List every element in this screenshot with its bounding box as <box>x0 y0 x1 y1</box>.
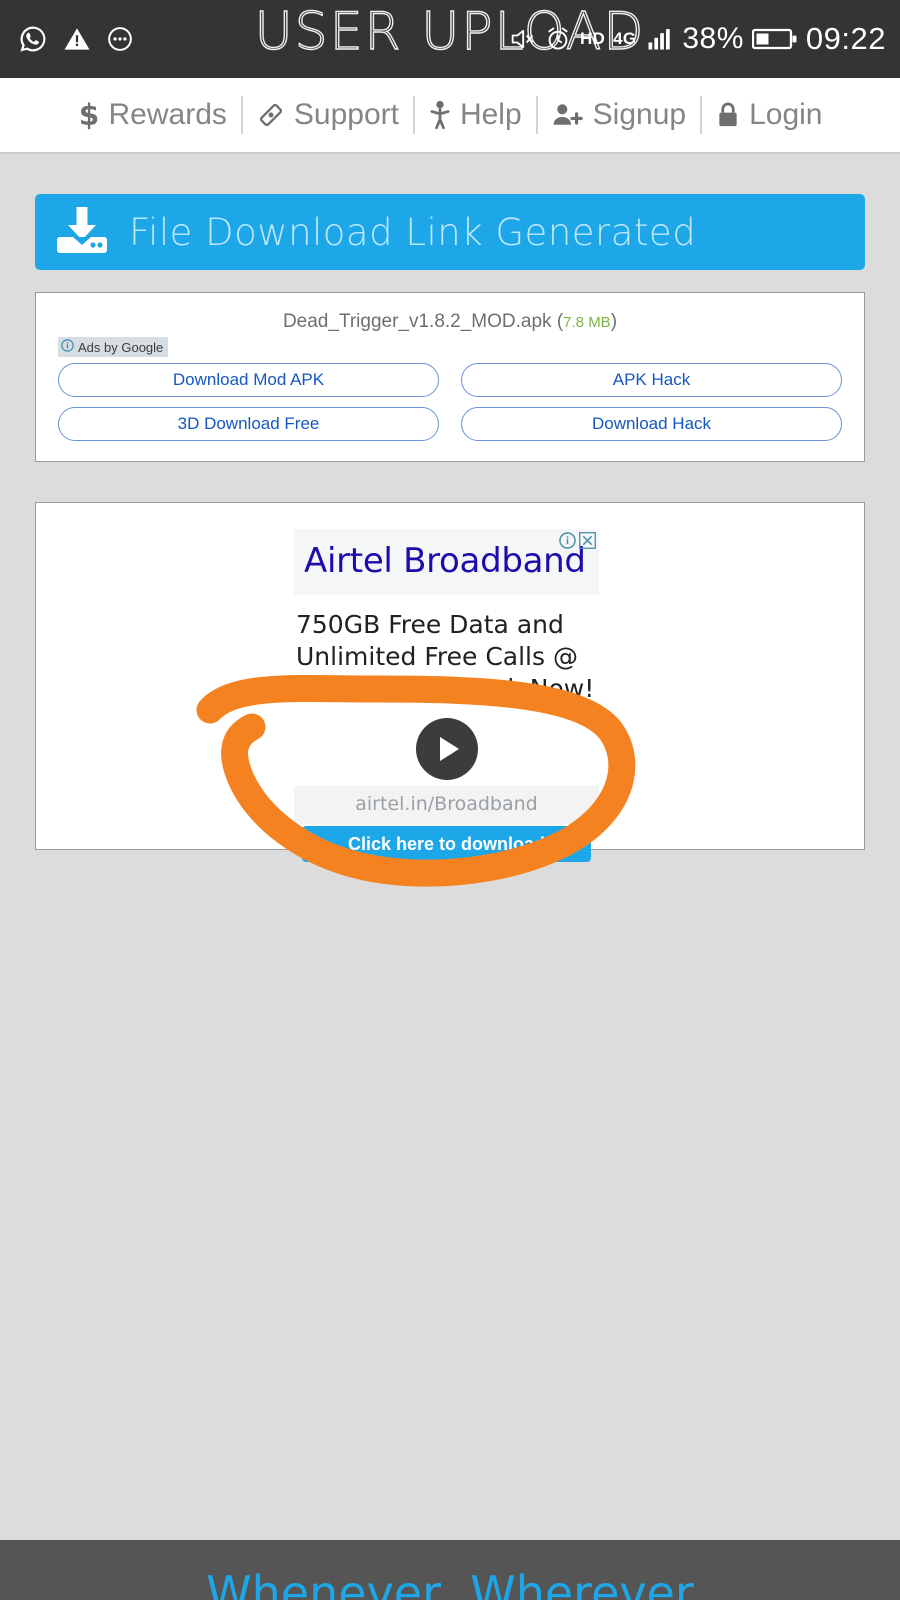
dollar-icon: $ <box>78 99 100 131</box>
advertisement-panel: Airtel Broadband 750GB Free Data and Unl… <box>35 502 865 863</box>
hd-icon: HD <box>579 29 606 48</box>
click-here-to-download-button[interactable]: Click here to download <box>302 826 591 863</box>
more-options-icon <box>106 25 134 53</box>
ad-brand-title[interactable]: Airtel Broadband <box>304 541 589 581</box>
file-size: 7.8 MB <box>563 314 611 331</box>
file-name-row: Dead_Trigger_v1.8.2_MOD.apk (7.8 MB) <box>36 293 864 335</box>
page-content: File Download Link Generated Dead_Trigge… <box>0 154 900 863</box>
nav-item-help[interactable]: Help <box>415 98 536 132</box>
nav-item-support[interactable]: Support <box>243 98 413 132</box>
ad-links-grid: Download Mod APK APK Hack 3D Download Fr… <box>36 357 864 461</box>
banner-title: File Download Link Generated <box>129 210 697 254</box>
ticket-icon <box>257 101 285 129</box>
ad-link-download-hack[interactable]: Download Hack <box>461 407 842 441</box>
airtel-ad-unit[interactable]: Airtel Broadband 750GB Free Data and Unl… <box>294 529 599 863</box>
whatsapp-icon <box>18 24 48 54</box>
alarm-icon <box>544 25 572 53</box>
lock-icon <box>716 101 740 129</box>
screen: HD 4G 38% 09:22 USER UPLOAD $ Rewards Su… <box>0 0 900 1600</box>
ad-link-label: Download Mod APK <box>172 370 325 389</box>
person-icon <box>429 100 451 130</box>
download-banner: File Download Link Generated <box>35 194 865 270</box>
download-icon <box>53 204 111 261</box>
status-bar: HD 4G 38% 09:22 USER UPLOAD <box>0 0 900 78</box>
battery-percent: 38% <box>682 22 744 55</box>
nav-item-signup[interactable]: Signup <box>538 98 700 132</box>
status-bar-left-icons <box>0 24 134 54</box>
nav-item-rewards[interactable]: $ Rewards <box>64 98 241 132</box>
nav-item-label: Signup <box>592 98 687 131</box>
ad-badges <box>559 532 596 554</box>
close-icon[interactable] <box>579 532 596 554</box>
ad-link-label: 3D Download Free <box>177 414 320 433</box>
nav-item-label: Rewards <box>108 98 227 131</box>
ad-link-label: APK Hack <box>612 370 691 389</box>
ad-header: Airtel Broadband <box>294 529 599 595</box>
file-name: Dead_Trigger_v1.8.2_MOD.apk <box>282 311 552 332</box>
play-icon[interactable] <box>415 718 478 781</box>
warning-icon <box>62 24 92 54</box>
signal-bars-icon <box>644 25 674 53</box>
nav-item-label: Help <box>459 98 522 131</box>
ad-link-apk-hack[interactable]: APK Hack <box>461 363 842 397</box>
info-icon <box>61 339 74 355</box>
ad-media[interactable] <box>294 712 599 786</box>
nav-item-login[interactable]: Login <box>702 98 836 132</box>
ad-link-label: Download Hack <box>591 414 712 433</box>
ads-by-google-badge[interactable]: Ads by Google <box>58 337 169 357</box>
nav-item-label: Login <box>749 98 823 131</box>
ad-link-download-mod-apk[interactable]: Download Mod APK <box>58 363 439 397</box>
ads-by-google-label: Ads by Google <box>78 339 164 355</box>
ad-body-text: 750GB Free Data and Unlimited Free Calls… <box>296 610 595 703</box>
file-size-close: ) <box>610 311 618 332</box>
ad-display-url: airtel.in/Broadband <box>294 786 599 825</box>
info-icon[interactable] <box>559 532 576 554</box>
user-plus-icon <box>552 101 584 129</box>
page-footer: Whenever, Wherever <box>0 1540 900 1600</box>
nav-item-label: Support <box>293 98 399 131</box>
mute-icon <box>508 25 536 53</box>
status-bar-right-icons: HD 4G 38% 09:22 <box>508 0 886 78</box>
network-4g-icon: 4G <box>613 29 637 48</box>
ad-link-3d-download-free[interactable]: 3D Download Free <box>58 407 439 441</box>
footer-heading: Whenever, Wherever <box>206 1566 694 1600</box>
site-nav: $ Rewards Support Help Signup Login <box>0 78 900 154</box>
svg-text:$: $ <box>78 99 99 131</box>
status-bar-clock: 09:22 <box>805 21 886 56</box>
ad-cta-label: Click here to download <box>347 833 546 854</box>
file-info-panel: Dead_Trigger_v1.8.2_MOD.apk (7.8 MB) Ads… <box>35 292 865 462</box>
battery-icon <box>751 26 798 52</box>
